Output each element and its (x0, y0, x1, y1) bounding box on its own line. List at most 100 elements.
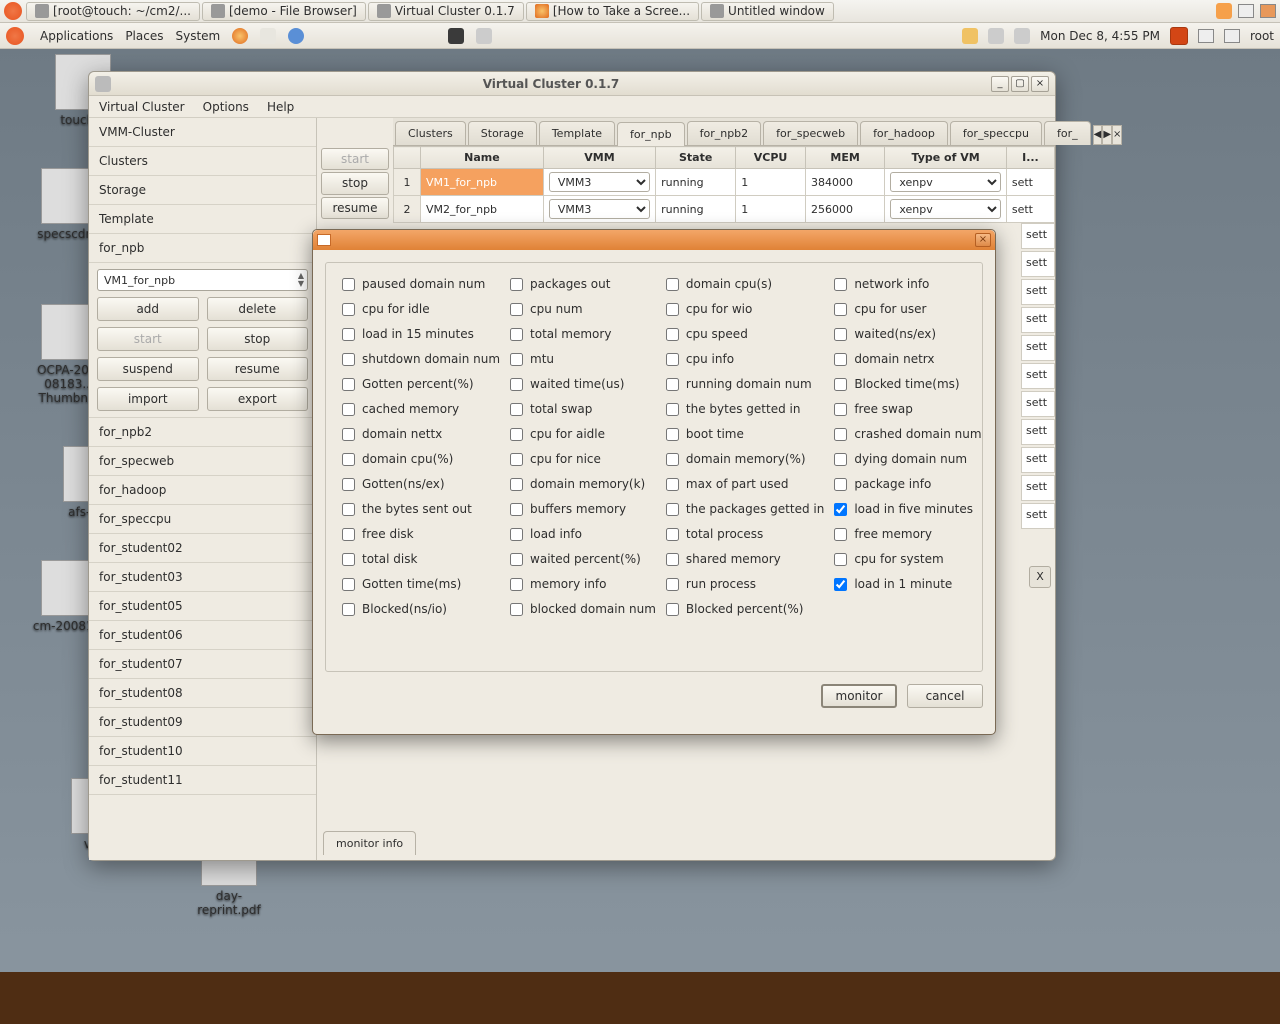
sett-cell[interactable]: sett (1021, 447, 1055, 473)
tab[interactable]: Storage (468, 121, 537, 145)
close-button[interactable]: × (975, 233, 991, 247)
workspace-icon[interactable] (1224, 29, 1240, 43)
sett-cell[interactable]: sett (1021, 335, 1055, 361)
sidebar-item[interactable]: for_npb (89, 234, 316, 263)
checkbox-option[interactable]: paused domain num (342, 277, 500, 291)
checkbox-option[interactable]: packages out (510, 277, 656, 291)
checkbox-option[interactable]: mtu (510, 352, 656, 366)
menu-places[interactable]: Places (125, 29, 163, 43)
checkbox-option[interactable]: domain cpu(%) (342, 452, 500, 466)
sett-cell[interactable]: sett (1021, 279, 1055, 305)
checkbox-option[interactable]: cpu for idle (342, 302, 500, 316)
column-header[interactable]: MEM (805, 147, 884, 169)
sett-cell[interactable]: sett (1021, 223, 1055, 249)
terminal-launcher-icon[interactable] (448, 28, 464, 44)
checkbox[interactable] (666, 603, 679, 616)
workspace-icon[interactable] (1198, 29, 1214, 43)
checkbox[interactable] (834, 553, 847, 566)
column-header[interactable]: VCPU (736, 147, 806, 169)
checkbox-option[interactable]: waited time(us) (510, 377, 656, 391)
sidebar-item[interactable]: for_student07 (89, 650, 316, 679)
checkbox-option[interactable]: total disk (342, 552, 500, 566)
maximize-button[interactable]: ▢ (1011, 76, 1029, 92)
tab[interactable]: Template (539, 121, 615, 145)
menu-item[interactable]: Help (267, 100, 294, 114)
checkbox[interactable] (666, 453, 679, 466)
type-select[interactable]: xenpv (890, 199, 1001, 219)
checkbox[interactable] (510, 603, 523, 616)
checkbox[interactable] (510, 478, 523, 491)
checkbox-option[interactable]: Blocked(ns/io) (342, 602, 500, 616)
app-icon[interactable] (1216, 3, 1232, 19)
checkbox[interactable] (342, 528, 355, 541)
tab[interactable]: for_hadoop (860, 121, 948, 145)
checkbox-option[interactable]: Blocked percent(%) (666, 602, 824, 616)
checkbox-option[interactable]: domain memory(%) (666, 452, 824, 466)
stop-button[interactable]: stop (321, 172, 389, 194)
sidebar-item[interactable]: for_student09 (89, 708, 316, 737)
sidebar-item[interactable]: VMM-Cluster (89, 118, 316, 147)
checkbox[interactable] (510, 378, 523, 391)
checkbox[interactable] (510, 503, 523, 516)
checkbox-option[interactable]: cached memory (342, 402, 500, 416)
checkbox[interactable] (834, 453, 847, 466)
checkbox[interactable] (666, 303, 679, 316)
tab[interactable]: for_npb2 (687, 121, 762, 145)
column-header[interactable]: Name (420, 147, 543, 169)
checkbox[interactable] (510, 353, 523, 366)
sidebar-item[interactable]: for_student02 (89, 534, 316, 563)
checkbox[interactable] (342, 353, 355, 366)
close-button[interactable]: × (1031, 76, 1049, 92)
tab[interactable]: Clusters (395, 121, 466, 145)
table-row[interactable]: 2VM2_for_npbVMM3running1256000xenpvsett (394, 196, 1055, 223)
app-launcher-icon[interactable] (476, 28, 492, 44)
checkbox[interactable] (834, 403, 847, 416)
checkbox-option[interactable]: cpu for aidle (510, 427, 656, 441)
clock[interactable]: Mon Dec 8, 4:55 PM (1040, 29, 1160, 43)
checkbox-option[interactable]: network info (834, 277, 981, 291)
checkbox-option[interactable]: total memory (510, 327, 656, 341)
column-header[interactable]: State (656, 147, 736, 169)
checkbox-option[interactable]: boot time (666, 427, 824, 441)
checkbox[interactable] (510, 453, 523, 466)
import-button[interactable]: import (97, 387, 199, 411)
checkbox[interactable] (666, 478, 679, 491)
workspace-switcher[interactable] (1260, 4, 1276, 18)
checkbox[interactable] (666, 403, 679, 416)
checkbox-option[interactable]: cpu num (510, 302, 656, 316)
sett-cell[interactable]: sett (1021, 251, 1055, 277)
checkbox-option[interactable]: package info (834, 477, 981, 491)
checkbox-option[interactable]: free memory (834, 527, 981, 541)
resume-button[interactable]: resume (207, 357, 309, 381)
checkbox[interactable] (666, 378, 679, 391)
task-item[interactable]: [demo - File Browser] (202, 2, 366, 21)
sidebar-item[interactable]: for_speccpu (89, 505, 316, 534)
sidebar-item[interactable]: Storage (89, 176, 316, 205)
task-item[interactable]: [root@touch: ~/cm2/... (26, 2, 200, 21)
checkbox[interactable] (666, 328, 679, 341)
checkbox-option[interactable]: waited percent(%) (510, 552, 656, 566)
checkbox-option[interactable]: the bytes sent out (342, 502, 500, 516)
checkbox-option[interactable]: total process (666, 527, 824, 541)
sett-cell[interactable]: sett (1021, 363, 1055, 389)
checkbox-option[interactable]: domain memory(k) (510, 477, 656, 491)
workspace-switcher[interactable] (1238, 4, 1254, 18)
volume-icon[interactable] (1014, 28, 1030, 44)
sidebar-item[interactable]: for_hadoop (89, 476, 316, 505)
stop-button[interactable]: stop (207, 327, 309, 351)
checkbox-option[interactable]: cpu info (666, 352, 824, 366)
keys-icon[interactable] (962, 28, 978, 44)
menu-item[interactable]: Virtual Cluster (99, 100, 185, 114)
sidebar-item[interactable]: for_student10 (89, 737, 316, 766)
checkbox-option[interactable]: cpu for user (834, 302, 981, 316)
checkbox[interactable] (666, 503, 679, 516)
column-header[interactable]: Type of VM (885, 147, 1007, 169)
checkbox[interactable] (342, 278, 355, 291)
checkbox[interactable] (510, 303, 523, 316)
table-row[interactable]: 1VM1_for_npbVMM3running1384000xenpvsett (394, 169, 1055, 196)
tab-monitor-info[interactable]: monitor info (323, 831, 416, 855)
checkbox-option[interactable]: cpu for wio (666, 302, 824, 316)
checkbox[interactable] (834, 503, 847, 516)
checkbox-option[interactable]: load in 15 minutes (342, 327, 500, 341)
type-select[interactable]: xenpv (890, 172, 1001, 192)
